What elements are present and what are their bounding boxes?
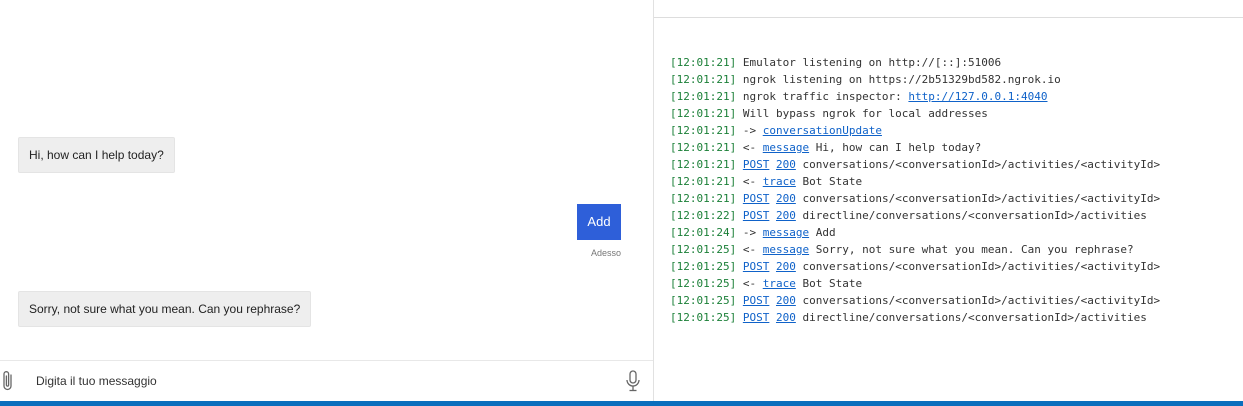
log-line: [12:01:25] POST 200 directline/conversat… [670,309,1240,326]
log-timestamp: [12:01:21] [670,124,737,137]
log-link[interactable]: trace [763,175,796,188]
log-link[interactable]: 200 [776,192,796,205]
log-link[interactable]: POST [743,311,770,324]
paperclip-icon-graphic [3,371,12,391]
log-link[interactable]: 200 [776,209,796,222]
log-line: [12:01:21] POST 200 conversations/<conve… [670,156,1240,173]
log-link[interactable]: 200 [776,158,796,171]
log-link[interactable]: POST [743,294,770,307]
log-link[interactable]: trace [763,277,796,290]
log-timestamp: [12:01:21] [670,90,737,103]
log-link[interactable]: 200 [776,294,796,307]
bot-message: Sorry, not sure what you mean. Can you r… [18,291,312,327]
log-text: -> [736,124,763,137]
log-line: [12:01:21] ngrok traffic inspector: http… [670,88,1240,105]
log-line: [12:01:22] POST 200 directline/conversat… [670,207,1240,224]
send-box [0,360,653,401]
log-link[interactable]: POST [743,192,770,205]
log-line: [12:01:21] -> conversationUpdate [670,122,1240,139]
log-link[interactable]: message [763,226,809,239]
log-text: ngrok listening on https://2b51329bd582.… [736,73,1061,86]
log-text: conversations/<conversationId>/activitie… [795,294,1161,307]
log-line: [12:01:24] -> message Add [670,224,1240,241]
log-text: conversations/<conversationId>/activitie… [795,192,1161,205]
log-line: [12:01:21] Will bypass ngrok for local a… [670,105,1240,122]
log-link[interactable]: http://127.0.0.1:4040 [908,90,1047,103]
log-line: [12:01:25] <- message Sorry, not sure wh… [670,241,1240,258]
log-line: [12:01:21] <- trace Bot State [670,173,1240,190]
log-timestamp: [12:01:24] [670,226,737,239]
log-timestamp: [12:01:25] [670,260,737,273]
microphone-icon-graphic [626,370,640,392]
log-timestamp: [12:01:21] [670,192,737,205]
log-list: [12:01:21] Emulator listening on http://… [670,54,1240,326]
log-line: [12:01:21] POST 200 conversations/<conve… [670,190,1240,207]
log-line: [12:01:21] Emulator listening on http://… [670,54,1240,71]
log-link[interactable]: message [763,141,809,154]
log-text: <- [736,141,763,154]
bot-message: Hi, how can I help today? [18,137,175,173]
status-bar [0,401,1243,406]
log-timestamp: [12:01:25] [670,243,737,256]
log-text: Will bypass ngrok for local addresses [736,107,988,120]
log-text: -> [736,226,763,239]
log-text: Add [809,226,836,239]
log-link[interactable]: POST [743,260,770,273]
log-text: <- [736,175,763,188]
message-timestamp: Adesso [590,248,621,258]
log-text: ngrok traffic inspector: [736,90,909,103]
log-text: conversations/<conversationId>/activitie… [795,260,1161,273]
log-text: Bot State [795,175,863,188]
log-timestamp: [12:01:25] [670,311,737,324]
log-line: [12:01:25] POST 200 conversations/<conve… [670,258,1240,275]
log-line: [12:01:21] <- message Hi, how can I help… [670,139,1240,156]
log-timestamp: [12:01:25] [670,277,737,290]
log-link[interactable]: POST [743,158,770,171]
log-line: [12:01:21] ngrok listening on https://2b… [670,71,1240,88]
log-text: conversations/<conversationId>/activitie… [795,158,1161,171]
log-text: Emulator listening on http://[::]:51006 [736,56,1002,69]
user-message: Add [577,204,621,240]
log-timestamp: [12:01:21] [670,175,737,188]
message-input[interactable] [36,371,606,391]
log-text: Bot State [795,277,863,290]
paperclip-icon[interactable] [0,369,16,393]
log-link[interactable]: 200 [776,311,796,324]
log-link[interactable]: conversationUpdate [763,124,882,137]
log-text: directline/conversations/<conversationId… [795,209,1147,222]
log-line: [12:01:25] POST 200 conversations/<conve… [670,292,1240,309]
log-line: [12:01:25] <- trace Bot State [670,275,1240,292]
log-timestamp: [12:01:25] [670,294,737,307]
log-timestamp: [12:01:21] [670,73,737,86]
log-text: <- [736,277,763,290]
log-text: Sorry, not sure what you mean. Can you r… [809,243,1134,256]
log-text: directline/conversations/<conversationId… [795,311,1147,324]
log-link[interactable]: 200 [776,260,796,273]
log-timestamp: [12:01:22] [670,209,737,222]
log-link[interactable]: POST [743,209,770,222]
log-timestamp: [12:01:21] [670,107,737,120]
log-panel: [12:01:21] Emulator listening on http://… [654,0,1243,401]
log-timestamp: [12:01:21] [670,158,737,171]
log-text: Hi, how can I help today? [809,141,982,154]
microphone-icon[interactable] [624,369,642,393]
log-timestamp: [12:01:21] [670,141,737,154]
log-link[interactable]: message [763,243,809,256]
chat-panel: Hi, how can I help today? Add Adesso Sor… [0,0,653,401]
log-header-divider [654,17,1243,18]
log-timestamp: [12:01:21] [670,56,737,69]
log-text: <- [736,243,763,256]
